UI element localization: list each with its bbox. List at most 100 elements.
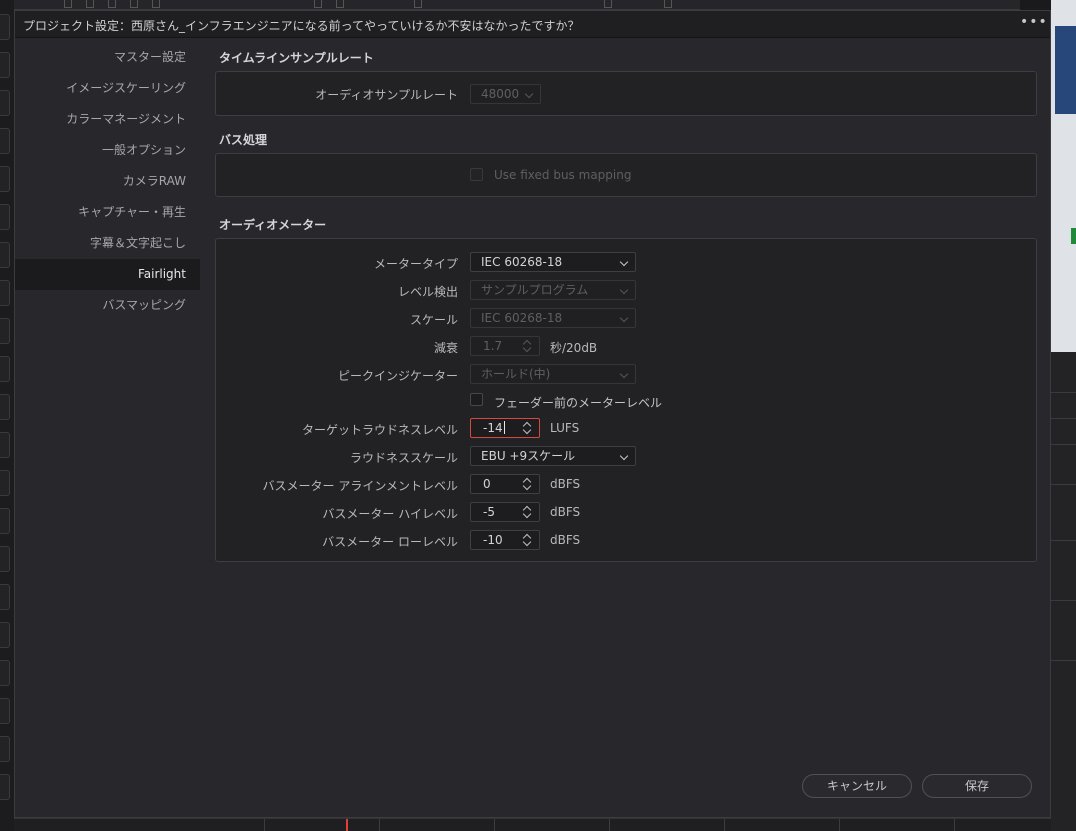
background-track-slot <box>0 698 10 724</box>
meter-type-value: IEC 60268-18 <box>481 255 563 269</box>
peak-indicator-select[interactable]: ホールド(中) <box>470 364 636 384</box>
background-row-divider <box>1051 444 1076 445</box>
ruler-mark <box>609 819 610 831</box>
background-row-divider <box>1051 540 1076 541</box>
chevron-down-icon <box>619 451 629 461</box>
peak-indicator-value: ホールド(中) <box>481 367 551 381</box>
bus-low-value: -10 <box>483 533 503 547</box>
background-track-slot <box>0 90 10 116</box>
background-tick <box>64 0 72 8</box>
background-track-slot <box>0 318 10 344</box>
audio-sample-rate-select[interactable]: 48000 <box>470 84 541 104</box>
target-loudness-input[interactable]: -14 <box>470 418 540 438</box>
dialog-title: プロジェクト設定：西原さん_インフラエンジニアになる前ってやっていけるか不安はな… <box>23 19 580 33</box>
background-row-divider <box>1051 392 1076 393</box>
background-track-slot <box>0 242 10 268</box>
bus-high-value: -5 <box>483 505 495 519</box>
background-track-slot <box>0 280 10 306</box>
scale-label: スケール <box>409 313 458 327</box>
background-track-slot <box>0 508 10 534</box>
bus-align-stepper[interactable]: 0 <box>470 474 540 494</box>
thumbnail-green-mark <box>1071 228 1076 244</box>
sidebar-item-bus-mapping[interactable]: バスマッピング <box>15 290 200 321</box>
bus-align-unit: dBFS <box>550 477 581 491</box>
playhead-marker[interactable] <box>346 819 348 831</box>
sidebar-item-color-management[interactable]: カラーマネージメント <box>15 104 200 135</box>
bus-align-label: バスメーター アラインメントレベル <box>262 479 458 493</box>
background-tick <box>664 0 672 8</box>
decay-unit: 秒/20dB <box>550 341 598 355</box>
meter-type-select[interactable]: IEC 60268-18 <box>470 252 636 272</box>
target-loudness-value: -14 <box>483 421 503 435</box>
background-track-slot <box>0 546 10 572</box>
background-track-slot <box>0 128 10 154</box>
level-detection-select[interactable]: サンプルプログラム <box>470 280 636 300</box>
background-track-slot <box>0 470 10 496</box>
bus-low-stepper[interactable]: -10 <box>470 530 540 550</box>
decay-stepper[interactable]: 1.7 <box>470 336 540 356</box>
background-track-slot <box>0 774 10 800</box>
ruler-mark <box>724 819 725 831</box>
section-title-timeline-sample-rate: タイムラインサンプルレート <box>219 51 374 65</box>
background-toolbar <box>14 0 1020 10</box>
background-tick <box>130 0 138 8</box>
ruler-mark <box>379 819 380 831</box>
background-tick <box>414 0 422 8</box>
background-track-slot <box>0 166 10 192</box>
background-track-slot <box>0 204 10 230</box>
background-video-thumbnail <box>1051 0 1076 352</box>
ruler-mark <box>954 819 955 831</box>
save-button[interactable]: 保存 <box>922 774 1032 798</box>
background-right-panel <box>1051 0 1076 831</box>
thumbnail-blue-region <box>1055 26 1076 114</box>
sidebar-item-master-settings[interactable]: マスター設定 <box>15 42 200 73</box>
sidebar-item-fairlight[interactable]: Fairlight <box>15 259 200 290</box>
background-tick <box>108 0 116 8</box>
pre-fader-meter-label: フェーダー前のメーターレベル <box>494 396 663 410</box>
fixed-bus-mapping-checkbox[interactable] <box>470 168 483 181</box>
peak-indicator-label: ピークインジケーター <box>337 369 458 383</box>
level-detection-label: レベル検出 <box>397 285 458 299</box>
cancel-button[interactable]: キャンセル <box>802 774 912 798</box>
sidebar-item-subtitles[interactable]: 字幕＆文字起こし <box>15 228 200 259</box>
background-track-slot <box>0 432 10 458</box>
panel-timeline-sample-rate: オーディオサンプルレート 48000 <box>215 71 1037 116</box>
dialog-titlebar: プロジェクト設定：西原さん_インフラエンジニアになる前ってやっていけるか不安はな… <box>15 11 1050 38</box>
sidebar-item-image-scaling[interactable]: イメージスケーリング <box>15 73 200 104</box>
decay-value: 1.7 <box>483 339 503 353</box>
project-settings-dialog: プロジェクト設定：西原さん_インフラエンジニアになる前ってやっていけるか不安はな… <box>14 10 1051 818</box>
bus-high-label: バスメーター ハイレベル <box>322 507 458 521</box>
ruler-mark <box>494 819 495 831</box>
background-left-strip <box>0 0 14 831</box>
scale-select[interactable]: IEC 60268-18 <box>470 308 636 328</box>
ruler-mark <box>264 819 265 831</box>
bus-high-unit: dBFS <box>550 505 581 519</box>
sidebar-item-camera-raw[interactable]: カメラRAW <box>15 166 200 197</box>
panel-bus-processing: Use fixed bus mapping <box>215 153 1037 197</box>
more-options-icon[interactable]: ••• <box>1020 13 1047 33</box>
sidebar-item-capture-playback[interactable]: キャプチャー・再生 <box>15 197 200 228</box>
chevron-down-icon <box>619 257 629 267</box>
text-cursor <box>503 421 505 434</box>
background-tick <box>336 0 344 8</box>
loudness-scale-select[interactable]: EBU +9スケール <box>470 446 636 466</box>
chevron-down-icon <box>619 285 629 295</box>
bus-align-value: 0 <box>483 477 491 491</box>
background-tick <box>604 0 612 8</box>
decay-label: 減衰 <box>433 341 458 355</box>
background-tick <box>86 0 94 8</box>
background-track-slot <box>0 356 10 382</box>
loudness-scale-label: ラウドネススケール <box>349 451 458 465</box>
sidebar-item-general-options[interactable]: 一般オプション <box>15 135 200 166</box>
bus-high-stepper[interactable]: -5 <box>470 502 540 522</box>
meter-type-label: メータータイプ <box>373 257 458 271</box>
background-tick <box>314 0 322 8</box>
level-detection-value: サンプルプログラム <box>481 283 589 297</box>
background-track-slot <box>0 736 10 762</box>
background-timeline-ruler <box>14 818 1051 831</box>
pre-fader-meter-checkbox[interactable] <box>470 393 483 406</box>
bus-low-label: バスメーター ローレベル <box>322 535 458 549</box>
background-row-divider <box>1051 484 1076 485</box>
panel-audio-meter: メータータイプ IEC 60268-18 レベル検出 サンプルプログラム スケー… <box>215 238 1037 562</box>
background-row-divider <box>1051 600 1076 601</box>
